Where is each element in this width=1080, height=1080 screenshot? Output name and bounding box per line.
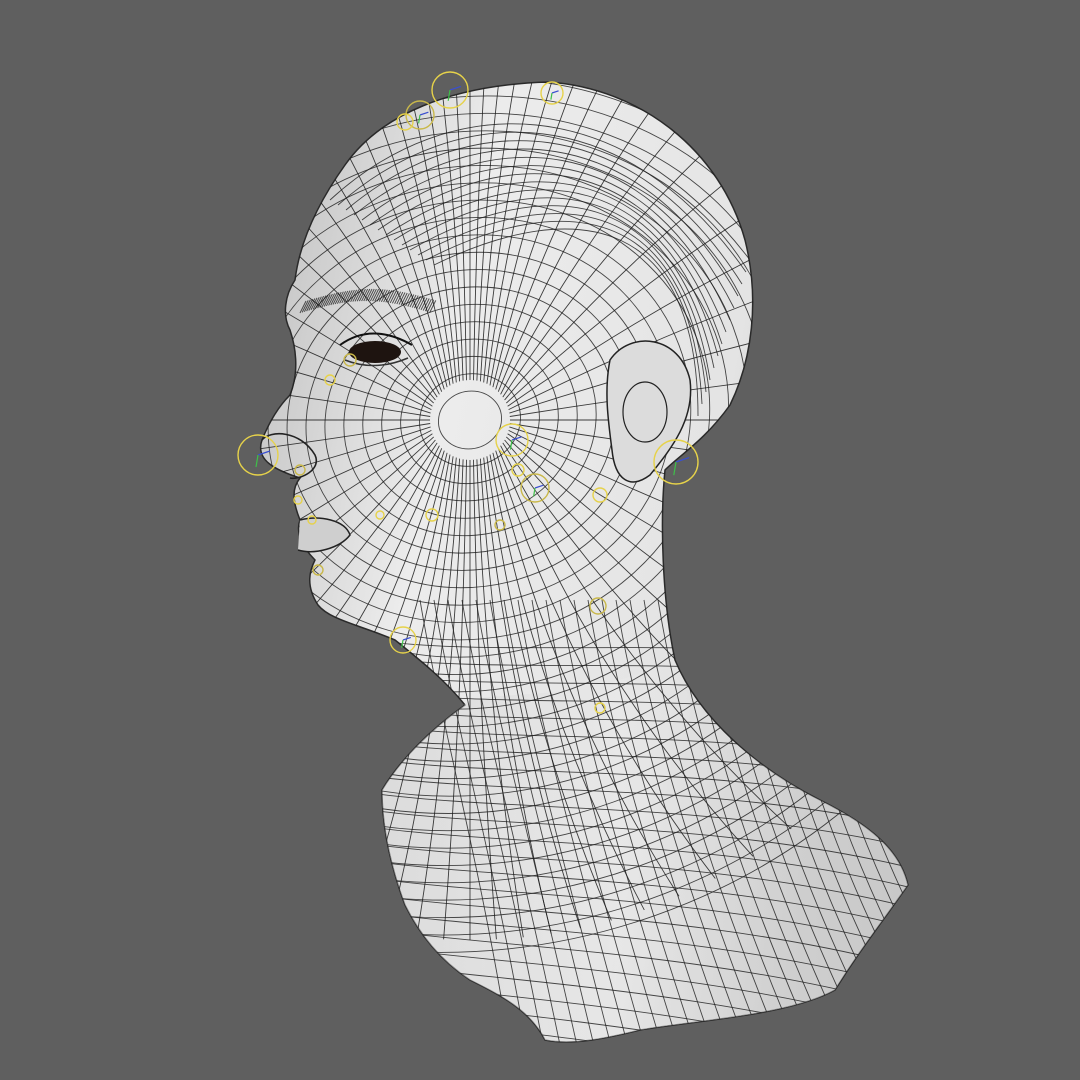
scene-svg[interactable] (0, 0, 1080, 1080)
head-bust-mesh[interactable] (0, 0, 1071, 1080)
wire-neck-ring (369, 1030, 909, 1042)
wire-neck-vertical (867, 599, 909, 1042)
wire-neck-vertical (881, 599, 909, 1042)
wire-neck-vertical (853, 599, 909, 1042)
eye (349, 341, 401, 363)
manipulator-axis-y[interactable] (255, 454, 259, 468)
manipulator-axis-y[interactable] (673, 461, 677, 476)
3d-viewport[interactable] (0, 0, 1080, 1080)
wire-neck-vertical (839, 599, 909, 1042)
manipulator-axis-x[interactable] (449, 85, 461, 91)
